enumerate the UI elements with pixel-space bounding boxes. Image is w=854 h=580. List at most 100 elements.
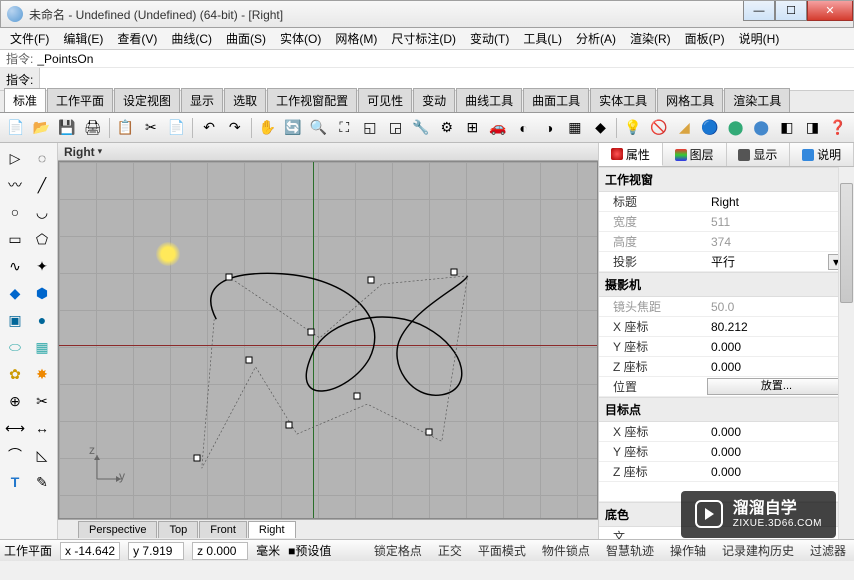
- prop-camx-val[interactable]: 80.212: [707, 320, 854, 334]
- copy-icon[interactable]: 📋: [113, 116, 137, 140]
- place-button[interactable]: 放置...: [707, 378, 846, 395]
- sb-y[interactable]: y 7.919: [128, 542, 184, 560]
- menu-panels[interactable]: 面板(P): [679, 28, 731, 49]
- sb-filter[interactable]: 过滤器: [806, 541, 850, 560]
- menu-file[interactable]: 文件(F): [4, 28, 55, 49]
- render-icon[interactable]: ⬤: [749, 116, 773, 140]
- zoom-window-icon[interactable]: ◱: [358, 116, 382, 140]
- trim-icon[interactable]: ✂: [29, 388, 55, 414]
- dimension-icon[interactable]: ⟷: [2, 415, 28, 441]
- tab-setview[interactable]: 设定视图: [114, 88, 180, 112]
- tool-icon[interactable]: ◨: [801, 116, 825, 140]
- menu-mesh[interactable]: 网格(M): [329, 28, 383, 49]
- chamfer-icon[interactable]: ◺: [29, 442, 55, 468]
- cylinder-icon[interactable]: ⬭: [2, 334, 28, 360]
- menu-curve[interactable]: 曲线(C): [165, 28, 218, 49]
- control-point[interactable]: [246, 357, 253, 364]
- redo-icon[interactable]: ↷: [223, 116, 247, 140]
- mesh-icon[interactable]: ▦: [29, 334, 55, 360]
- save-icon[interactable]: 💾: [55, 116, 79, 140]
- control-point[interactable]: [426, 429, 433, 436]
- rectangle-icon[interactable]: ▭: [2, 226, 28, 252]
- tool-icon[interactable]: ◧: [775, 116, 799, 140]
- lasso-icon[interactable]: ◌: [29, 145, 55, 171]
- maximize-button[interactable]: ☐: [775, 1, 807, 21]
- undo-icon[interactable]: ↶: [197, 116, 221, 140]
- tab-visibility[interactable]: 可见性: [358, 88, 412, 112]
- tab-layers[interactable]: 图层: [663, 143, 727, 166]
- control-point[interactable]: [451, 269, 458, 276]
- tab-help[interactable]: 说明: [790, 143, 854, 166]
- sb-x[interactable]: x -14.642: [60, 542, 120, 560]
- menu-edit[interactable]: 编辑(E): [57, 28, 109, 49]
- text-icon[interactable]: T: [2, 469, 28, 495]
- command-input[interactable]: [40, 68, 854, 90]
- menu-solid[interactable]: 实体(O): [274, 28, 327, 49]
- sb-history[interactable]: 记录建构历史: [718, 541, 798, 560]
- new-icon[interactable]: 📄: [4, 116, 28, 140]
- vptab-perspective[interactable]: Perspective: [78, 521, 157, 538]
- paste-icon[interactable]: 📄: [165, 116, 189, 140]
- sb-ortho[interactable]: 正交: [434, 541, 466, 560]
- zoom-icon[interactable]: 🔍: [307, 116, 331, 140]
- prop-camy-val[interactable]: 0.000: [707, 340, 854, 354]
- open-icon[interactable]: 📂: [30, 116, 54, 140]
- car-icon[interactable]: 🚗: [486, 116, 510, 140]
- solid-icon[interactable]: ⬢: [29, 280, 55, 306]
- menu-dimension[interactable]: 尺寸标注(D): [385, 28, 462, 49]
- sb-smarttrack[interactable]: 智慧轨迹: [602, 541, 658, 560]
- box-icon[interactable]: ▣: [2, 307, 28, 333]
- arc-icon[interactable]: ◡: [29, 199, 55, 225]
- chevron-down-icon[interactable]: ▾: [98, 146, 103, 157]
- tab-standard[interactable]: 标准: [4, 88, 46, 112]
- gear-icon[interactable]: ✿: [2, 361, 28, 387]
- polyline-icon[interactable]: 〰: [2, 172, 28, 198]
- circle-icon[interactable]: ○: [2, 199, 28, 225]
- pan-icon[interactable]: ✋: [256, 116, 280, 140]
- menu-analyze[interactable]: 分析(A): [570, 28, 622, 49]
- color-icon[interactable]: 🔵: [698, 116, 722, 140]
- prop-tgtx-val[interactable]: 0.000: [707, 425, 854, 439]
- line-icon[interactable]: ╱: [29, 172, 55, 198]
- control-point[interactable]: [286, 422, 293, 429]
- explode-icon[interactable]: ✸: [29, 361, 55, 387]
- menu-tools[interactable]: 工具(L): [517, 28, 568, 49]
- tab-transform[interactable]: 变动: [413, 88, 455, 112]
- tab-viewport[interactable]: 工作视窗配置: [267, 88, 357, 112]
- zoom-extents-icon[interactable]: ⛶: [332, 116, 356, 140]
- tool-icon[interactable]: ◆: [589, 116, 613, 140]
- sphere-icon[interactable]: ●: [29, 307, 55, 333]
- viewport-icon[interactable]: ⊞: [461, 116, 485, 140]
- prop-tgtz-val[interactable]: 0.000: [707, 465, 854, 479]
- help-icon[interactable]: ❓: [826, 116, 850, 140]
- prop-title-val[interactable]: Right: [707, 195, 854, 209]
- tab-meshtools[interactable]: 网格工具: [657, 88, 723, 112]
- sb-z[interactable]: z 0.000: [192, 542, 248, 560]
- rotate-icon[interactable]: 🔄: [281, 116, 305, 140]
- material-icon[interactable]: ⬤: [724, 116, 748, 140]
- close-button[interactable]: ✕: [807, 1, 853, 21]
- print-icon[interactable]: 🖨: [81, 116, 105, 140]
- curve-icon[interactable]: ∿: [2, 253, 28, 279]
- annotate-icon[interactable]: ✎: [29, 469, 55, 495]
- tool-icon[interactable]: ⚙: [435, 116, 459, 140]
- cut-icon[interactable]: ✂: [139, 116, 163, 140]
- zoom-sel-icon[interactable]: ◲: [384, 116, 408, 140]
- tab-select[interactable]: 选取: [224, 88, 266, 112]
- scrollbar-thumb[interactable]: [840, 183, 853, 303]
- tab-curvetools[interactable]: 曲线工具: [456, 88, 522, 112]
- light-icon[interactable]: 💡: [621, 116, 645, 140]
- sb-osnap[interactable]: 物件锁点: [538, 541, 594, 560]
- sb-preset[interactable]: ■预设值: [288, 542, 331, 559]
- tab-properties[interactable]: 属性: [599, 143, 663, 166]
- menu-surface[interactable]: 曲面(S): [220, 28, 272, 49]
- menu-view[interactable]: 查看(V): [111, 28, 163, 49]
- control-point[interactable]: [308, 329, 315, 336]
- sb-gridsnap[interactable]: 锁定格点: [370, 541, 426, 560]
- sb-gumball[interactable]: 操作轴: [666, 541, 710, 560]
- vptab-top[interactable]: Top: [158, 521, 198, 538]
- polygon-icon[interactable]: ⬠: [29, 226, 55, 252]
- control-point[interactable]: [368, 277, 375, 284]
- viewport[interactable]: z y: [58, 161, 598, 519]
- tab-display[interactable]: 显示: [727, 143, 791, 166]
